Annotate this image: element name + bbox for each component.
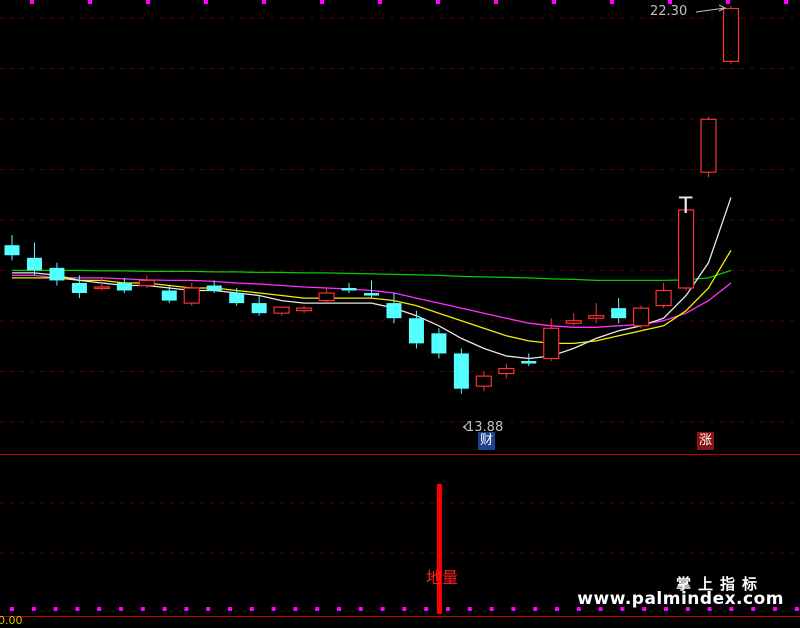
bottom-dot-marker	[467, 607, 472, 611]
candle-body-up	[722, 7, 740, 62]
bottom-dot-marker	[228, 607, 232, 611]
candle-body-down	[251, 303, 267, 314]
signal-label: 地量	[426, 568, 459, 587]
bottom-dot-marker	[489, 607, 494, 611]
candle-body-up	[93, 286, 110, 290]
chart-canvas	[0, 0, 800, 617]
candlesticks	[4, 6, 740, 394]
bottom-dot-marker	[794, 607, 799, 611]
bottom-dot-marker	[358, 607, 363, 611]
candle-body-down	[229, 293, 245, 304]
top-dot-marker	[610, 0, 614, 4]
bottom-dot-marker	[424, 607, 429, 611]
bottom-dot-marker	[75, 607, 80, 611]
candle-body-up	[475, 375, 492, 387]
bottom-axis-value: 0.00	[0, 614, 23, 627]
bottom-dot-marker	[206, 607, 211, 611]
candle-body-down	[611, 308, 627, 319]
moving-averages	[12, 197, 732, 360]
top-dot-marker	[726, 0, 730, 4]
candle-body-down	[49, 267, 65, 281]
candle-body-down	[364, 293, 379, 296]
bottom-dot-marker	[511, 607, 516, 611]
candle-body-up	[700, 118, 717, 173]
top-dot-marker	[436, 0, 440, 4]
candle-body-up	[565, 320, 582, 324]
bottom-dot-marker	[31, 607, 36, 611]
candle-body-down	[161, 290, 177, 301]
top-dot-marker	[204, 0, 208, 4]
stock-chart: 22.30 13.88 财 涨 T 地量 0.00 掌上指标 www.palmi…	[0, 0, 800, 627]
top-dot-marker	[552, 0, 556, 4]
bottom-dot-marker	[315, 607, 320, 611]
candle-body-up	[498, 367, 515, 375]
candle-body-up	[183, 287, 200, 304]
bottom-dot-marker	[337, 607, 341, 611]
candle-body-up	[633, 307, 650, 327]
top-dot-marker	[30, 0, 34, 4]
bottom-dot-marker	[10, 607, 14, 611]
tag-cai[interactable]: 财	[478, 432, 496, 450]
bottom-dot-marker	[97, 607, 102, 611]
candle-body-down	[206, 285, 222, 291]
bottom-dot-marker	[140, 607, 145, 611]
candle-body-down	[453, 353, 469, 389]
candle-body-up	[273, 306, 290, 314]
high-price-label: 22.30	[650, 4, 688, 19]
bottom-dot-marker	[446, 607, 450, 611]
bottom-dot-marker	[271, 607, 276, 611]
candle-body-down	[4, 245, 20, 256]
candle-body-down	[71, 282, 87, 294]
top-dot-marker	[784, 0, 788, 4]
top-dot-marker	[88, 0, 92, 4]
bottom-dot-marker	[555, 607, 559, 611]
t-marker-label: T	[679, 194, 693, 219]
candle-body-up	[588, 315, 605, 319]
bottom-dot-marker	[380, 607, 385, 611]
volume-bar	[436, 484, 442, 614]
watermark-url: www.palmindex.com	[577, 589, 784, 609]
candle-body-down	[386, 303, 402, 319]
candle-body-down	[26, 257, 42, 271]
candle-body-up	[138, 279, 155, 287]
bottom-dot-marker	[119, 607, 123, 611]
candle-body-down	[521, 361, 537, 364]
bottom-dot-marker	[53, 607, 58, 611]
candle-body-up	[655, 289, 672, 307]
volume-panel	[436, 484, 442, 614]
bottom-dot-marker	[293, 607, 298, 611]
top-dot-marker	[494, 0, 498, 4]
candle-body-up	[543, 327, 560, 360]
bottom-dot-marker	[402, 607, 407, 611]
candle-body-down	[116, 282, 132, 291]
candle-body-down	[408, 318, 424, 344]
candle-body-up	[318, 292, 335, 302]
tag-zhang[interactable]: 涨	[697, 432, 715, 450]
top-dot-marker	[378, 0, 382, 4]
candle-body-up	[677, 209, 695, 289]
bottom-dot-marker	[533, 607, 538, 611]
top-dot-marker	[320, 0, 324, 4]
top-dot-marker	[262, 0, 266, 4]
bottom-dot-marker	[184, 607, 189, 611]
top-dot-marker	[146, 0, 150, 4]
candle-body-down	[431, 333, 447, 354]
candle-body-up	[295, 307, 313, 312]
candle-body-down	[341, 287, 357, 291]
bottom-dot-marker	[162, 607, 167, 611]
bottom-dot-marker	[249, 607, 254, 611]
